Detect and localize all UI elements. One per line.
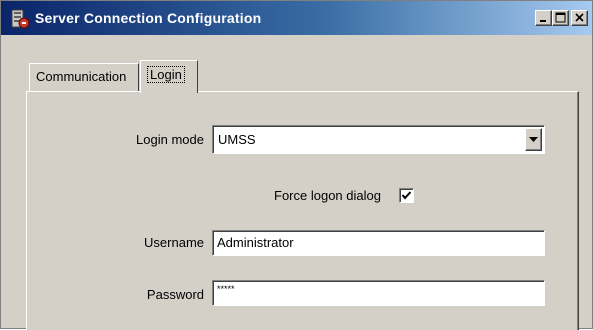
tab-login[interactable]: Login <box>140 60 198 93</box>
password-field[interactable]: ***** <box>212 280 545 306</box>
window-title: Server Connection Configuration <box>35 10 262 26</box>
minimize-button[interactable] <box>535 10 552 26</box>
config-window: Server Connection Configuration Communic… <box>0 0 593 330</box>
username-field[interactable]: Administrator <box>212 230 545 256</box>
login-mode-dropdown-button[interactable] <box>525 128 542 151</box>
tab-communication[interactable]: Communication <box>29 63 139 91</box>
maximize-icon <box>555 12 566 23</box>
login-mode-select[interactable]: UMSS <box>212 125 545 154</box>
password-label: Password <box>146 287 204 302</box>
close-icon <box>575 13 584 22</box>
checkmark-icon <box>401 191 412 200</box>
maximize-button[interactable] <box>552 10 569 26</box>
force-logon-label: Force logon dialog <box>274 188 381 203</box>
force-logon-checkbox[interactable] <box>399 188 414 203</box>
minimize-icon <box>540 20 546 22</box>
tab-communication-label: Communication <box>36 69 127 84</box>
tab-login-label: Login <box>147 66 185 83</box>
username-label: Username <box>144 235 204 250</box>
login-mode-value: UMSS <box>218 132 256 147</box>
chevron-down-icon <box>529 137 538 142</box>
login-mode-label: Login mode <box>136 132 204 147</box>
server-connection-icon <box>9 8 31 30</box>
title-bar[interactable]: Server Connection Configuration <box>1 1 592 35</box>
close-button[interactable] <box>571 10 588 26</box>
